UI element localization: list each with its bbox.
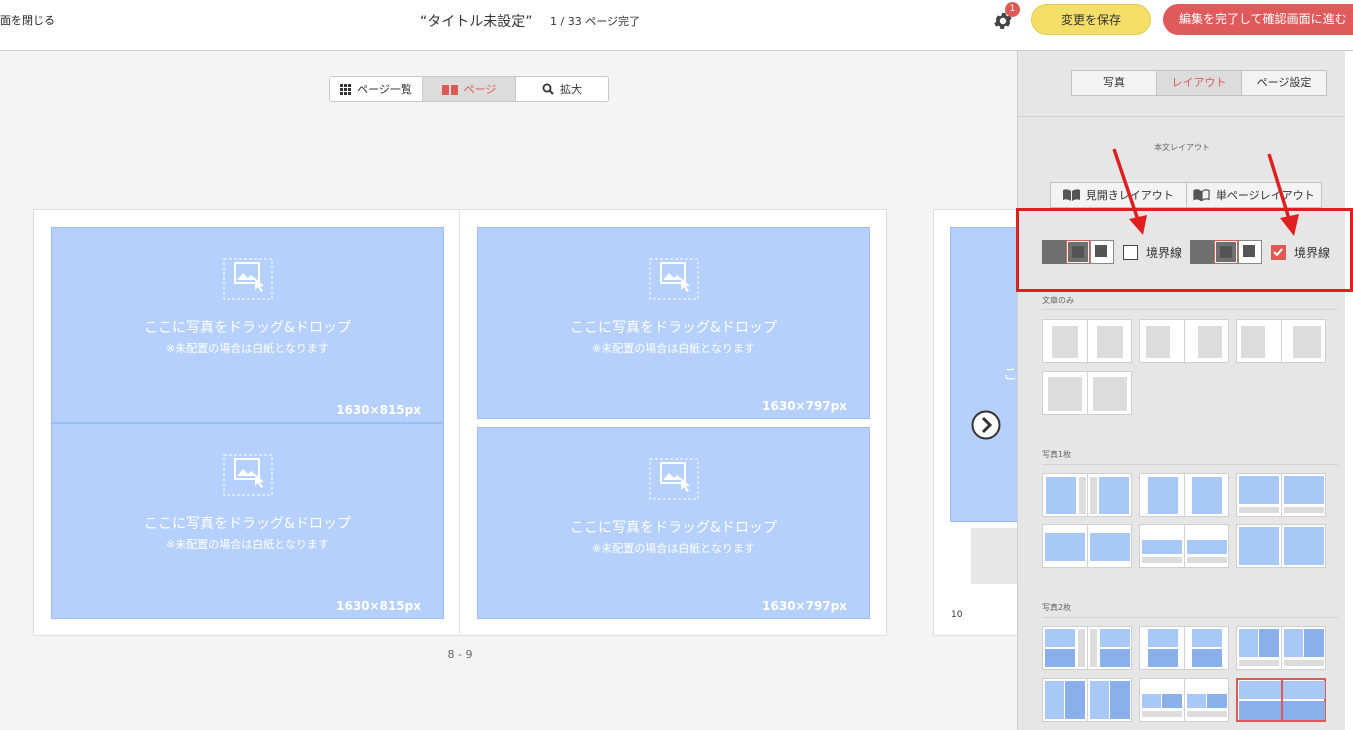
layout-thumbnail[interactable] bbox=[1042, 473, 1132, 517]
scrollbar[interactable] bbox=[1345, 51, 1353, 730]
placeholder-text: ここに写真をドラッグ&ドロップ bbox=[570, 520, 777, 536]
section-label: 写真2枚 bbox=[1042, 603, 1072, 612]
spread-page-numbers: 8 - 9 bbox=[447, 648, 473, 661]
section-label: 写真1枚 bbox=[1042, 450, 1072, 459]
finish-editing-button[interactable]: 編集を完了して確認画面に進む bbox=[1163, 4, 1353, 35]
tab-layout[interactable]: レイアウト bbox=[1157, 71, 1242, 95]
tab-spread-layout[interactable]: 見開きレイアウト bbox=[1051, 183, 1187, 207]
layout-thumbnail[interactable] bbox=[1139, 678, 1229, 722]
placeholder-text-peek: こ bbox=[1003, 367, 1017, 383]
image-drop-icon bbox=[649, 258, 698, 300]
layout-thumbnail[interactable] bbox=[1139, 473, 1229, 517]
page-number: 10 bbox=[951, 610, 963, 620]
placeholder-text: ここに写真をドラッグ&ドロップ bbox=[570, 320, 777, 336]
placeholder-note: ※未配置の場合は白紙となります bbox=[592, 342, 755, 355]
layout-type-tabs: 見開きレイアウト 単ページレイアウト bbox=[1050, 182, 1322, 208]
close-link[interactable]: 面を閉じる bbox=[0, 12, 55, 28]
divider bbox=[1042, 617, 1338, 618]
view-mode-tabs: ページ一覧 ページ 拡大 bbox=[329, 76, 609, 102]
divider bbox=[1042, 464, 1338, 465]
notification-badge: 1 bbox=[1005, 2, 1020, 17]
photo-slot[interactable]: ここに写真をドラッグ&ドロップ ※未配置の場合は白紙となります 1630×815… bbox=[51, 227, 444, 423]
search-icon bbox=[542, 83, 554, 95]
placeholder-note: ※未配置の場合は白紙となります bbox=[166, 342, 329, 355]
tab-label: 単ページレイアウト bbox=[1215, 189, 1315, 202]
image-drop-icon bbox=[223, 454, 272, 496]
layout-thumbnail[interactable] bbox=[1139, 524, 1229, 568]
top-bar: 面を閉じる “タイトル未設定” 1 / 33 ページ完了 1 変更を保存 編集を… bbox=[0, 0, 1353, 51]
page-progress: 1 / 33 ページ完了 bbox=[550, 15, 640, 28]
layout-thumbnail[interactable] bbox=[1042, 678, 1132, 722]
placeholder-text: ここに写真をドラッグ&ドロップ bbox=[144, 516, 351, 532]
tab-page-list[interactable]: ページ一覧 bbox=[330, 77, 423, 101]
tab-photos[interactable]: 写真 bbox=[1072, 71, 1157, 95]
image-drop-icon bbox=[649, 458, 698, 500]
tab-single-page-layout[interactable]: 単ページレイアウト bbox=[1187, 183, 1322, 207]
panel-tabs: 写真 レイアウト ページ設定 bbox=[1071, 70, 1327, 96]
slot-size: 1630×797px bbox=[762, 599, 847, 613]
next-page-arrow-icon[interactable] bbox=[971, 410, 1001, 440]
page-spread: ここに写真をドラッグ&ドロップ ※未配置の場合は白紙となります 1630×815… bbox=[33, 209, 887, 636]
image-drop-icon bbox=[223, 258, 272, 300]
divider bbox=[1018, 116, 1345, 117]
layout-panel: 写真 レイアウト ページ設定 本文レイアウト 見開きレイアウト 単ページレイアウ… bbox=[1017, 51, 1345, 730]
photo-slot[interactable]: ここに写真をドラッグ&ドロップ ※未配置の場合は白紙となります 1630×797… bbox=[477, 227, 870, 419]
photo-slot[interactable]: こ bbox=[950, 227, 1022, 522]
tab-zoom[interactable]: 拡大 bbox=[516, 77, 608, 101]
layout-thumbnail[interactable] bbox=[1042, 626, 1132, 670]
grid-icon bbox=[340, 83, 352, 95]
divider bbox=[1042, 309, 1338, 310]
panel-heading: 本文レイアウト bbox=[1154, 143, 1210, 152]
slot-size: 1630×815px bbox=[336, 403, 421, 417]
photo-slot[interactable]: ここに写真をドラッグ&ドロップ ※未配置の場合は白紙となります 1630×797… bbox=[477, 427, 870, 619]
spread-gutter bbox=[459, 210, 460, 635]
tab-label: ページ bbox=[463, 83, 497, 96]
tab-label: 見開きレイアウト bbox=[1085, 189, 1174, 202]
book-open-icon bbox=[1062, 189, 1080, 201]
placeholder-text: ここに写真をドラッグ&ドロップ bbox=[144, 320, 351, 336]
layout-thumbnail[interactable] bbox=[1236, 524, 1326, 568]
layout-thumbnail[interactable] bbox=[1236, 473, 1326, 517]
layout-thumbnail[interactable] bbox=[1042, 319, 1132, 363]
photo-slot[interactable]: ここに写真をドラッグ&ドロップ ※未配置の場合は白紙となります 1630×815… bbox=[51, 423, 444, 619]
text-block bbox=[971, 528, 1022, 584]
save-button[interactable]: 変更を保存 bbox=[1031, 4, 1151, 35]
tab-page[interactable]: ページ bbox=[423, 77, 516, 101]
section-label: 文章のみ bbox=[1042, 296, 1074, 305]
layout-thumbnail[interactable] bbox=[1139, 626, 1229, 670]
placeholder-note: ※未配置の場合は白紙となります bbox=[592, 542, 755, 555]
slot-size: 1630×815px bbox=[336, 599, 421, 613]
tab-label: ページ一覧 bbox=[357, 83, 412, 96]
layout-thumbnail[interactable] bbox=[1236, 319, 1326, 363]
book-open-icon bbox=[1193, 189, 1210, 201]
layout-thumbnail[interactable] bbox=[1236, 626, 1326, 670]
document-title[interactable]: “タイトル未設定” bbox=[420, 11, 533, 31]
slot-size: 1630×797px bbox=[762, 399, 847, 413]
placeholder-note: ※未配置の場合は白紙となります bbox=[166, 538, 329, 551]
tab-page-settings[interactable]: ページ設定 bbox=[1242, 71, 1326, 95]
annotation-highlight-box bbox=[1016, 208, 1353, 292]
layout-thumbnail[interactable] bbox=[1139, 319, 1229, 363]
layout-thumbnail[interactable] bbox=[1042, 371, 1132, 415]
layout-thumbnail[interactable] bbox=[1042, 524, 1132, 568]
tab-label: 拡大 bbox=[560, 83, 582, 96]
book-icon bbox=[441, 84, 458, 95]
layout-thumbnail-selected[interactable] bbox=[1236, 678, 1326, 722]
